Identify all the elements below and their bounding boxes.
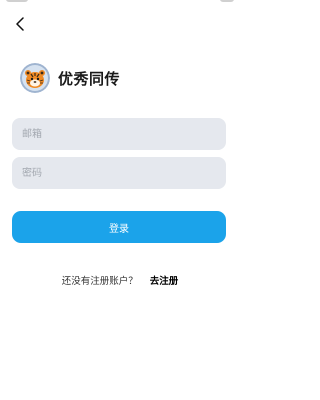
tiger-logo-icon [20,63,50,93]
register-prompt: 还没有注册账户？ 去注册 [0,273,240,287]
email-field[interactable] [12,118,226,150]
no-account-text: 还没有注册账户？ [61,276,138,287]
app-name: 优秀同传 [58,69,121,88]
status-bar [0,0,240,6]
login-button[interactable]: 登录 [12,211,226,243]
back-button[interactable] [8,12,32,36]
password-field[interactable] [12,157,226,189]
status-bar-right [220,0,234,2]
chevron-left-icon [16,17,24,31]
brand: 优秀同传 [20,63,120,93]
status-bar-left [6,0,28,2]
register-link[interactable]: 去注册 [150,273,179,287]
